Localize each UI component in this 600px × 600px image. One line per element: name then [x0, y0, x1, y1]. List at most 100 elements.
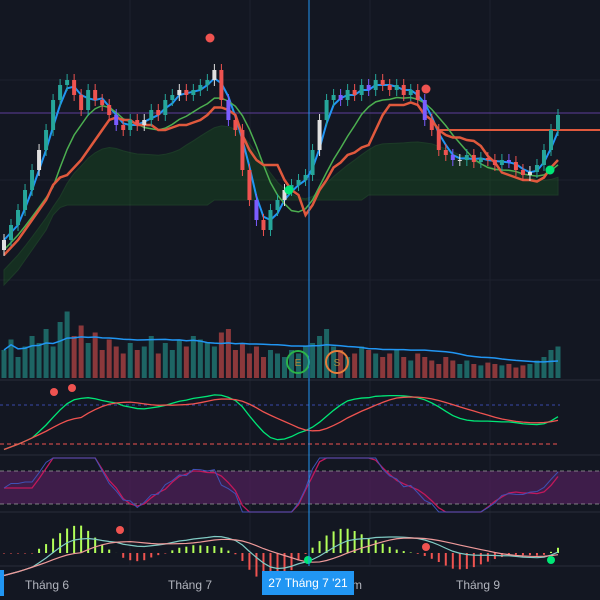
candle-body	[380, 80, 385, 85]
candle-body	[205, 80, 210, 85]
histogram-bar	[542, 553, 545, 555]
volume-bar	[267, 350, 273, 378]
candle-body	[394, 85, 399, 90]
candle-body	[548, 130, 553, 150]
volume-bar	[29, 336, 35, 378]
candle-body	[72, 80, 77, 95]
candle-body	[107, 105, 112, 115]
candle-body	[156, 110, 161, 115]
volume-bar	[373, 353, 379, 378]
volume-bar	[232, 350, 238, 378]
candle-body	[247, 170, 252, 200]
candle-body	[408, 90, 413, 95]
oscillator-fast-line	[3, 394, 559, 451]
candle-body	[436, 130, 441, 150]
candle-body	[121, 125, 126, 130]
volume-bar	[183, 346, 189, 378]
volume-bar	[450, 360, 456, 378]
volume-bar	[99, 350, 105, 378]
candle-body	[310, 150, 315, 175]
histogram-bar	[437, 553, 440, 562]
volume-bar	[176, 339, 182, 378]
candle-body	[506, 160, 511, 162]
macd-signal-dot	[116, 526, 124, 534]
volume-bar	[471, 364, 477, 378]
volume-bar	[352, 353, 358, 378]
crosshair-date-label: 27 Tháng 7 '21	[262, 571, 354, 595]
volume-bar	[485, 362, 491, 378]
candle-body	[429, 120, 434, 130]
candle-body	[422, 100, 427, 120]
volume-bar	[499, 365, 505, 378]
trading-chart[interactable]: ES Tháng 6 Tháng 7 m Tháng 9 27 Tháng 7 …	[0, 0, 600, 600]
histogram-bar	[10, 553, 13, 554]
signal-dot	[284, 185, 294, 195]
volume-bar	[155, 353, 161, 378]
candle-body	[513, 162, 518, 170]
volume-bar	[246, 353, 252, 378]
volume-bar	[527, 364, 533, 378]
candle-body	[23, 190, 28, 210]
volume-bar	[380, 357, 386, 378]
volume-bar	[260, 357, 266, 378]
candle-body	[170, 95, 175, 100]
histogram-bar	[213, 546, 216, 553]
volume-bar	[204, 343, 210, 378]
volume-bar	[43, 329, 49, 378]
volume-bar	[317, 336, 323, 378]
volume-bar	[225, 329, 231, 378]
histogram-bar	[395, 549, 398, 553]
volume-bar	[85, 343, 91, 378]
candle-body	[296, 180, 301, 185]
histogram-bar	[108, 549, 111, 553]
candle-body	[261, 220, 266, 230]
candle-body	[373, 80, 378, 90]
candle-body	[226, 100, 231, 120]
volume-bar	[436, 364, 442, 378]
candle-body	[541, 150, 546, 165]
histogram-bar	[360, 534, 363, 553]
histogram-bar	[325, 535, 328, 553]
candle-body	[268, 210, 273, 230]
candle-body	[79, 95, 84, 110]
candle-body	[219, 70, 224, 100]
candle-body	[556, 115, 560, 130]
candle-body	[254, 200, 259, 220]
candle-body	[114, 115, 119, 125]
candle-body	[485, 158, 490, 160]
candle-body	[58, 85, 63, 100]
candle-body	[44, 130, 49, 150]
histogram-bar	[136, 553, 139, 562]
histogram-bar	[206, 545, 209, 553]
candle-body	[233, 120, 238, 130]
candle-body	[401, 85, 406, 95]
histogram-bar	[59, 533, 62, 553]
histogram-bar	[234, 553, 237, 555]
volume-bar	[50, 346, 56, 378]
volume-bar	[408, 360, 414, 378]
candle-body	[450, 155, 455, 160]
volume-bar	[457, 364, 463, 378]
candle-body	[317, 120, 322, 150]
candle-body	[499, 160, 504, 165]
histogram-bar	[192, 545, 195, 553]
volume-bar	[443, 357, 449, 378]
chart-canvas[interactable]: ES	[0, 0, 600, 600]
histogram-bar	[458, 553, 461, 570]
histogram-bar	[150, 553, 153, 558]
volume-bar	[520, 365, 526, 378]
histogram-bar	[521, 553, 524, 556]
candle-body	[443, 150, 448, 155]
histogram-bar	[185, 546, 188, 553]
volume-bar	[492, 364, 498, 378]
macd-signal-line	[3, 537, 559, 577]
volume-bar	[387, 353, 393, 378]
volume-bar	[303, 346, 309, 378]
candle-body	[240, 130, 245, 170]
volume-bar	[394, 350, 400, 378]
volume-bar	[415, 353, 421, 378]
volume-bar	[22, 346, 28, 378]
histogram-bar	[416, 553, 419, 554]
volume-bar	[429, 360, 435, 378]
candle-body	[464, 155, 469, 160]
